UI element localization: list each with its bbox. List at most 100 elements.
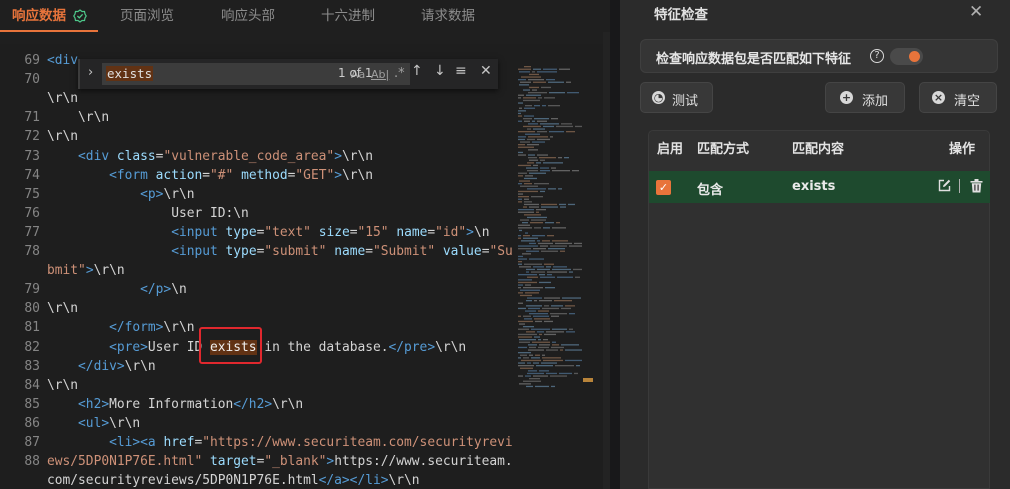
enable-toggle[interactable] — [890, 48, 923, 65]
line-number: 78 — [24, 244, 40, 259]
minimap-line — [549, 92, 565, 94]
minimap-line — [546, 349, 558, 351]
minimap-line — [519, 323, 525, 325]
code-line: <div — [47, 53, 79, 68]
minimap-line — [533, 266, 544, 268]
minimap-line — [518, 315, 521, 317]
whole-word-icon[interactable]: Ab| — [371, 68, 389, 81]
line-number: 81 — [24, 320, 40, 336]
minimap-line — [537, 331, 544, 333]
minimap-line — [525, 310, 536, 312]
minimap-line — [561, 307, 571, 310]
arrow-down-icon[interactable]: ↓ — [434, 63, 446, 79]
minimap-line — [539, 344, 550, 346]
minimap-line — [518, 146, 534, 148]
help-icon[interactable]: ? — [870, 49, 884, 63]
minimap-line — [527, 216, 547, 219]
enabled-checkbox[interactable]: ✓ — [656, 180, 671, 195]
minimap-line — [528, 307, 540, 310]
minimap-line — [534, 300, 537, 302]
minimap-line — [524, 263, 542, 265]
active-tab-indicator — [0, 30, 98, 32]
minimap-line — [561, 344, 579, 346]
minimap-line — [538, 310, 549, 312]
tab-response-headers[interactable]: 响应头部 — [221, 0, 275, 32]
minimap-line — [523, 206, 527, 208]
regex-icon[interactable]: .* — [394, 66, 405, 81]
minimap-line — [540, 245, 548, 247]
close-icon[interactable]: ✕ — [480, 63, 492, 79]
minimap[interactable] — [518, 66, 588, 396]
minimap-line — [555, 365, 574, 367]
tab-request-data[interactable]: 请求数据 — [421, 0, 475, 32]
add-button[interactable]: + 添加 — [825, 82, 905, 113]
minimap-line — [518, 292, 523, 294]
minimap-line — [528, 92, 547, 94]
minimap-line — [523, 287, 543, 289]
minimap-line — [523, 97, 536, 99]
minimap-line — [575, 276, 580, 278]
line-number: 88 — [24, 454, 40, 470]
minimap-line — [548, 81, 564, 83]
minimap-line — [531, 328, 550, 330]
line-number: 83 — [24, 358, 40, 374]
minimap-line — [534, 118, 549, 120]
find-in-selection-icon[interactable]: ≡ — [455, 63, 467, 79]
minimap-line — [533, 375, 548, 377]
minimap-line — [525, 175, 533, 177]
minimap-line — [533, 362, 539, 364]
minimap-line — [555, 242, 572, 245]
code-line: <ul>\r\n — [78, 415, 141, 431]
minimap-line — [538, 346, 549, 349]
minimap-line — [518, 336, 532, 338]
minimap-line — [528, 154, 535, 156]
test-button[interactable]: ◔ 测试 — [640, 82, 713, 113]
pane-divider[interactable] — [610, 0, 620, 489]
line-number: 75 — [24, 186, 40, 202]
minimap-line — [527, 188, 546, 190]
minimap-line — [544, 320, 553, 323]
minimap-line — [518, 164, 531, 167]
minimap-line — [519, 266, 531, 268]
test-button-label: 测试 — [672, 94, 699, 109]
minimap-line — [527, 128, 531, 130]
minimap-line — [540, 190, 545, 193]
clear-button[interactable]: × 清空 — [919, 82, 997, 113]
trash-icon[interactable] — [970, 179, 983, 193]
minimap-line — [524, 203, 539, 206]
minimap-line — [518, 245, 538, 247]
minimap-line — [549, 131, 564, 133]
minimap-line — [521, 76, 541, 78]
minimap-line — [523, 99, 540, 102]
tab-hex[interactable]: 十六进制 — [321, 0, 375, 32]
minimap-line — [532, 120, 535, 122]
close-icon[interactable]: ✕ — [969, 2, 983, 22]
minimap-line — [533, 164, 538, 167]
scrollbar[interactable] — [603, 32, 610, 489]
minimap-line — [518, 302, 523, 304]
minimap-line — [523, 125, 541, 128]
minimap-line — [539, 274, 545, 276]
minimap-line — [518, 211, 534, 213]
minimap-line — [544, 297, 560, 299]
arrow-up-icon[interactable]: ↑ — [411, 63, 423, 79]
line-number: 76 — [24, 205, 40, 221]
minimap-line — [552, 341, 556, 343]
minimap-line — [567, 92, 579, 94]
minimap-line — [540, 159, 545, 161]
chevron-right-icon[interactable]: › — [88, 65, 93, 80]
minimap-line — [524, 201, 532, 203]
minimap-line — [518, 328, 529, 330]
table-row[interactable]: ✓ 包含 exists — [649, 171, 990, 203]
minimap-line — [521, 240, 535, 242]
minimap-line — [518, 333, 537, 336]
match-content-cell: exists — [792, 179, 836, 194]
tab-response-data[interactable]: 响应数据 — [12, 0, 66, 32]
minimap-line — [518, 258, 527, 260]
minimap-line — [518, 151, 523, 154]
col-enabled: 启用 — [657, 142, 684, 157]
edit-icon[interactable] — [938, 179, 951, 192]
minimap-line — [524, 198, 529, 200]
tab-page-preview[interactable]: 页面浏览 — [120, 0, 174, 32]
minimap-line — [519, 107, 522, 109]
